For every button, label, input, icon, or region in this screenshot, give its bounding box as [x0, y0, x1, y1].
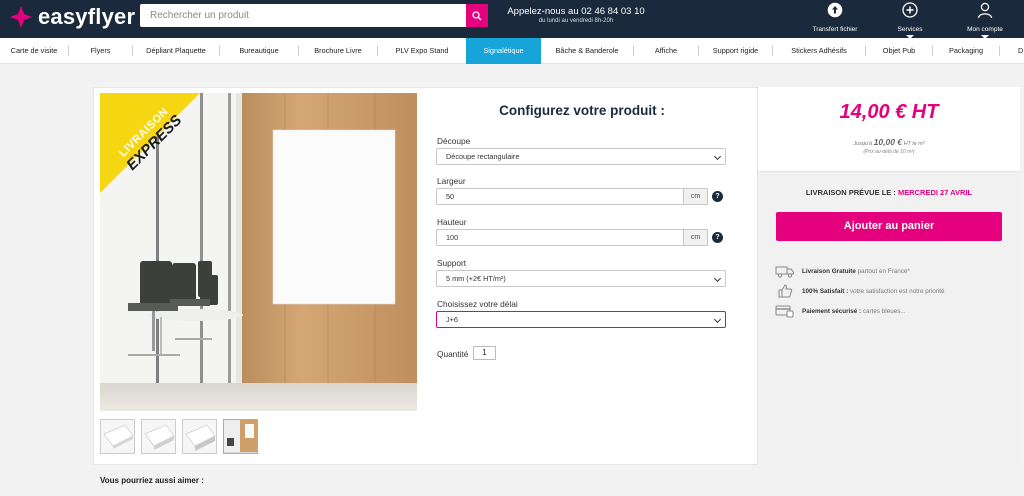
add-to-cart-button[interactable]: Ajouter au panier [776, 212, 1002, 241]
delai-label: Choisissez votre délai [437, 299, 518, 309]
opening-hours: du lundi au vendredi 8h-20h [538, 18, 614, 24]
support-label: Support [437, 258, 467, 268]
category-nav: Carte de visite Flyers Dépliant Plaquett… [0, 38, 1024, 64]
nav-item-more[interactable]: D [1000, 38, 1024, 64]
thumbnail-2[interactable] [141, 419, 176, 454]
configurator-title: Configurez votre produit : [499, 103, 665, 118]
price-from-value: 10,00 € [873, 137, 903, 147]
decoupe-label: Découpe [437, 136, 471, 146]
product-price: 14,00 € HT [839, 101, 939, 123]
brand-logo[interactable]: easyflyer [8, 4, 135, 30]
quantity-input[interactable]: 1 [473, 346, 496, 360]
thumbs-up-icon [778, 284, 793, 298]
price-from-suffix: HT le m² [903, 141, 925, 147]
search-input[interactable] [140, 4, 466, 27]
nav-item-plv-expo-stand[interactable]: PLV Expo Stand [378, 38, 466, 64]
hauteur-label: Hauteur [437, 217, 467, 227]
price-per-m2: Jusqu'à 10,00 € HT le m² [758, 137, 1020, 147]
nav-item-support-rigide[interactable]: Support rigide [699, 38, 772, 64]
delai-value: J+6 [446, 315, 458, 324]
price-note: (Prix au-delà de 10 m²) [863, 149, 915, 155]
search-bar [140, 4, 488, 27]
thumbnail-4[interactable] [223, 419, 258, 454]
account-label: Mon compte [967, 26, 1003, 33]
nav-item-flyers[interactable]: Flyers [69, 38, 132, 64]
contact-phone[interactable]: Appelez-nous au 02 46 84 03 10 du lundi … [500, 6, 652, 24]
hauteur-input[interactable]: 100 [436, 229, 684, 246]
decoupe-select[interactable]: Découpe rectangulaire [436, 148, 726, 165]
price-from-prefix: Jusqu'à [853, 141, 873, 147]
price-box: 14,00 € HT Jusqu'à 10,00 € HT le m² (Pri… [758, 87, 1020, 172]
nav-item-bache-banderole[interactable]: Bâche & Banderole [541, 38, 633, 64]
largeur-input[interactable]: 50 [436, 188, 684, 205]
related-products-heading: Vous pourriez aussi aimer : [100, 476, 204, 485]
brand-logo-icon [8, 4, 34, 30]
perk-free-delivery-text: partout en France* [855, 267, 910, 275]
thumbnail-3[interactable] [182, 419, 217, 454]
services-label: Services [897, 26, 923, 33]
nav-item-objet-pub[interactable]: Objet Pub [866, 38, 932, 64]
search-icon [472, 10, 482, 20]
brand-name: easyflyer [38, 4, 136, 29]
plus-circle-icon [902, 2, 918, 18]
perk-free-delivery-bold: Livraison Gratuite [802, 267, 856, 275]
perk-secure-payment-text: cartes bleues... [861, 307, 906, 315]
truck-icon [775, 266, 794, 278]
product-image[interactable]: LIVRAISON EXPRESS [100, 93, 417, 411]
thumbnail-1[interactable] [100, 419, 135, 454]
services-menu-button[interactable]: Services [890, 0, 930, 39]
nav-item-signaletique[interactable]: Signalétique [466, 38, 541, 64]
nav-item-bureautique[interactable]: Bureautique [220, 38, 298, 64]
upload-icon [827, 2, 843, 18]
perk-satisfaction: 100% Satisfait : votre satisfaction est … [778, 284, 945, 298]
upload-file-label: Transfert fichier [812, 26, 858, 33]
secure-payment-icon [775, 305, 794, 318]
perk-secure-payment-bold: Paiement sécurisé : [802, 307, 862, 315]
largeur-help-icon[interactable]: ? [712, 191, 723, 202]
largeur-unit: cm [684, 188, 708, 205]
phone-line: Appelez-nous au 02 46 84 03 10 [507, 6, 645, 17]
perk-satisfaction-bold: 100% Satisfait : [802, 287, 849, 295]
perk-free-delivery: Livraison Gratuite partout en France* [775, 264, 910, 278]
delivery-date-value: MERCREDI 27 AVRIL [897, 188, 973, 197]
delai-select[interactable]: J+6 [436, 311, 726, 328]
hauteur-help-icon[interactable]: ? [712, 232, 723, 243]
account-menu-button[interactable]: Mon compte [960, 0, 1010, 39]
user-icon [977, 2, 993, 19]
search-button[interactable] [466, 4, 488, 27]
delivery-date: LIVRAISON PRÉVUE LE : MERCREDI 27 AVRIL [758, 188, 1020, 197]
nav-item-depliant-plaquette[interactable]: Dépliant Plaquette [133, 38, 219, 64]
nav-item-brochure-livre[interactable]: Brochure Livre [299, 38, 377, 64]
perk-secure-payment: Paiement sécurisé : cartes bleues... [775, 304, 906, 318]
support-select[interactable]: 5 mm (+2€ HT/m²) [436, 270, 726, 287]
quantity-label: Quantité [437, 349, 469, 359]
support-value: 5 mm (+2€ HT/m²) [446, 274, 506, 283]
nav-item-carte-de-visite[interactable]: Carte de visite [0, 38, 68, 64]
hauteur-unit: cm [684, 229, 708, 246]
nav-item-stickers-adhesifs[interactable]: Stickers Adhésifs [773, 38, 865, 64]
nav-item-affiche[interactable]: Affiche [634, 38, 698, 64]
perk-satisfaction-text: votre satisfaction est notre priorité [848, 287, 945, 295]
site-header: easyflyer Appelez-nous au 02 46 84 03 10… [0, 0, 1024, 39]
largeur-label: Largeur [437, 176, 466, 186]
order-panel: 14,00 € HT Jusqu'à 10,00 € HT le m² (Pri… [757, 87, 1020, 465]
delivery-label: LIVRAISON PRÉVUE LE : [805, 188, 896, 197]
decoupe-value: Découpe rectangulaire [446, 152, 520, 161]
upload-file-button[interactable]: Transfert fichier [806, 0, 864, 38]
nav-item-packaging[interactable]: Packaging [933, 38, 999, 64]
